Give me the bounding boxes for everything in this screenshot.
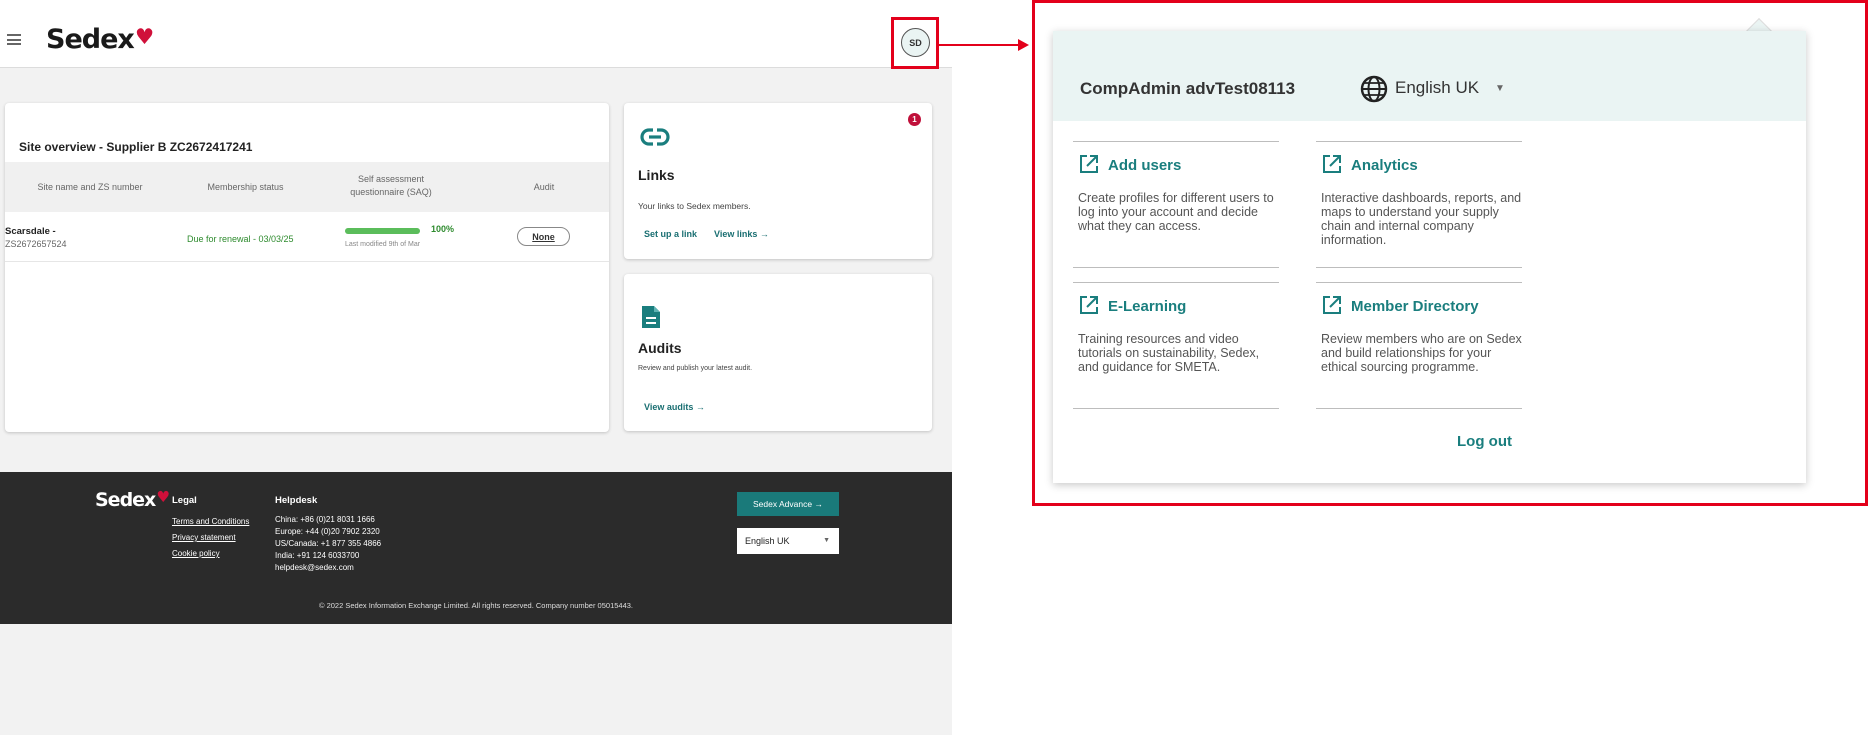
sedex-advance-button[interactable]: Sedex Advance → bbox=[737, 492, 839, 516]
avatar[interactable]: SD bbox=[901, 28, 930, 57]
footer-logo-text: Sedex bbox=[95, 489, 156, 511]
divider bbox=[1073, 267, 1279, 268]
footer-language-select[interactable]: English UK ▼ bbox=[737, 528, 839, 554]
e-learning-desc: Training resources and video tutorials o… bbox=[1078, 332, 1260, 374]
set-up-link[interactable]: Set up a link bbox=[644, 229, 697, 239]
analytics-desc: Interactive dashboards, reports, and map… bbox=[1321, 191, 1522, 247]
zoom-highlight-box: CompAdmin advTest08113 English UK ▼ Add … bbox=[1032, 0, 1868, 506]
column-header: Membership status bbox=[207, 182, 284, 192]
links-card: 1 Links Your links to Sedex members. Set… bbox=[624, 103, 932, 259]
sedex-dashboard: Sedex♥ SD Site overview - Supplier B ZC2… bbox=[0, 0, 952, 735]
add-users-desc: Create profiles for different users to l… bbox=[1078, 191, 1274, 233]
terms-link[interactable]: Terms and Conditions bbox=[172, 517, 249, 526]
add-users-title[interactable]: Add users bbox=[1108, 157, 1181, 174]
callout-arrow-head-icon bbox=[1018, 39, 1029, 51]
column-header: Self assessment questionnaire (SAQ) bbox=[350, 174, 432, 197]
column-header: Audit bbox=[533, 182, 555, 192]
divider bbox=[1316, 408, 1522, 409]
menu-item-analytics[interactable]: Analytics Interactive dashboards, report… bbox=[1316, 141, 1522, 286]
advance-label: Sedex Advance bbox=[753, 499, 813, 509]
zs-number: ZS2672657524 bbox=[5, 239, 67, 249]
logo-text: Sedex bbox=[46, 24, 135, 55]
legal-heading: Legal bbox=[172, 495, 197, 506]
member-directory-desc: Review members who are on Sedex and buil… bbox=[1321, 332, 1522, 374]
logo-mark-icon: ♥ bbox=[134, 25, 154, 50]
audits-subtitle: Review and publish your latest audit. bbox=[638, 365, 753, 372]
user-name: CompAdmin advTest08113 bbox=[1080, 79, 1296, 98]
site-overview-card: Site overview - Supplier B ZC2672417241 … bbox=[5, 103, 609, 432]
links-title: Links bbox=[638, 167, 675, 183]
column-header: Site name and ZS number bbox=[37, 182, 143, 192]
chevron-down-icon[interactable]: ▼ bbox=[1495, 83, 1505, 94]
view-audits-link[interactable]: View audits → bbox=[644, 402, 705, 412]
callout-arrow-line bbox=[939, 44, 1020, 46]
links-subtitle: Your links to Sedex members. bbox=[638, 201, 751, 211]
footer-logo[interactable]: Sedex♥ bbox=[95, 488, 170, 511]
external-link-icon bbox=[1080, 296, 1098, 314]
helpdesk-india: India: +91 124 6033700 bbox=[275, 551, 360, 560]
external-link-icon bbox=[1323, 155, 1341, 173]
divider bbox=[1316, 282, 1522, 283]
divider bbox=[1316, 141, 1522, 142]
footer-language-label: English UK bbox=[745, 536, 790, 546]
arrow-right-icon: → bbox=[695, 402, 705, 412]
sedex-logo[interactable]: Sedex♥ bbox=[46, 24, 154, 55]
menu-item-add-users[interactable]: Add users Create profiles for different … bbox=[1073, 141, 1279, 286]
saq-percent: 100% bbox=[431, 224, 455, 234]
view-links-label: View links bbox=[714, 229, 758, 239]
table-row[interactable]: Scarsdale - ZS2672657524 Due for renewal… bbox=[5, 212, 609, 262]
member-directory-title[interactable]: Member Directory bbox=[1351, 298, 1479, 315]
view-audits-label: View audits bbox=[644, 402, 694, 412]
user-menu-header bbox=[1053, 31, 1806, 121]
cookie-link[interactable]: Cookie policy bbox=[172, 549, 220, 558]
globe-icon[interactable] bbox=[1359, 74, 1389, 104]
audits-card: Audits Review and publish your latest au… bbox=[624, 274, 932, 431]
footer: Sedex♥ Legal Terms and Conditions Privac… bbox=[0, 472, 952, 624]
top-bar: Sedex♥ SD bbox=[0, 0, 952, 69]
chevron-down-icon: ▼ bbox=[823, 537, 830, 544]
divider bbox=[1316, 267, 1522, 268]
avatar-highlight: SD bbox=[891, 17, 939, 69]
document-icon bbox=[642, 306, 660, 328]
site-name[interactable]: Scarsdale - bbox=[5, 226, 56, 237]
helpdesk-heading: Helpdesk bbox=[275, 495, 318, 506]
saq-progress-bar bbox=[345, 228, 420, 234]
hamburger-menu-icon[interactable] bbox=[7, 34, 21, 45]
copyright: © 2022 Sedex Information Exchange Limite… bbox=[318, 601, 634, 610]
divider bbox=[1073, 408, 1279, 409]
arrow-right-icon: → bbox=[814, 499, 823, 509]
privacy-link[interactable]: Privacy statement bbox=[172, 533, 236, 542]
membership-status: Due for renewal - 03/03/25 bbox=[187, 234, 294, 244]
divider bbox=[1073, 282, 1279, 283]
language-selector[interactable]: English UK bbox=[1395, 78, 1479, 98]
view-links-link[interactable]: View links → bbox=[714, 229, 769, 239]
menu-item-member-directory[interactable]: Member Directory Review members who are … bbox=[1316, 282, 1522, 427]
external-link-icon bbox=[1080, 155, 1098, 173]
table-header: Site name and ZS number Membership statu… bbox=[5, 162, 609, 212]
log-out-link[interactable]: Log out bbox=[1457, 433, 1512, 450]
helpdesk-email[interactable]: helpdesk@sedex.com bbox=[275, 562, 354, 574]
notification-badge: 1 bbox=[908, 113, 921, 126]
helpdesk-china: China: +86 (0)21 8031 1666 bbox=[275, 515, 375, 524]
logo-mark-icon: ♥ bbox=[156, 488, 170, 506]
divider bbox=[1073, 141, 1279, 142]
e-learning-title[interactable]: E-Learning bbox=[1108, 298, 1186, 315]
saq-progress-fill bbox=[345, 228, 420, 234]
helpdesk-europe: Europe: +44 (0)20 7902 2320 bbox=[275, 527, 380, 536]
saq-modified: Last modified 9th of Mar bbox=[345, 241, 421, 248]
audits-title: Audits bbox=[638, 340, 682, 356]
helpdesk-us: US/Canada: +1 877 355 4866 bbox=[275, 539, 382, 548]
user-menu-panel: CompAdmin advTest08113 English UK ▼ Add … bbox=[1053, 31, 1806, 483]
link-icon bbox=[640, 128, 670, 146]
arrow-right-icon: → bbox=[759, 229, 769, 239]
site-overview-title: Site overview - Supplier B ZC2672417241 bbox=[19, 140, 253, 154]
analytics-title[interactable]: Analytics bbox=[1351, 157, 1418, 174]
external-link-icon bbox=[1323, 296, 1341, 314]
audit-none-button[interactable]: None bbox=[517, 227, 570, 246]
menu-item-e-learning[interactable]: E-Learning Training resources and video … bbox=[1073, 282, 1279, 427]
